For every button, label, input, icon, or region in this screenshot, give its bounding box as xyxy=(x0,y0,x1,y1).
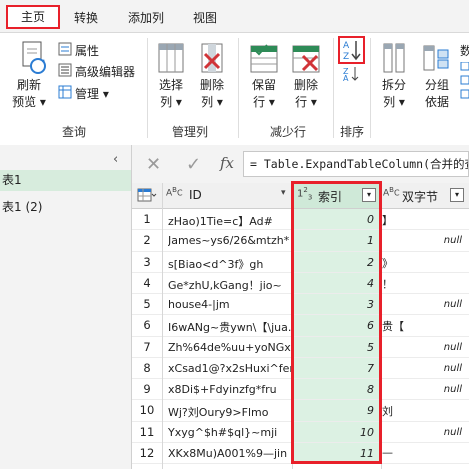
double-byte-column-header[interactable]: 双字节 xyxy=(402,188,438,205)
function-fx-icon[interactable]: fx xyxy=(220,154,234,172)
row-number: 6 xyxy=(143,318,151,333)
table-menu-icon[interactable] xyxy=(137,188,157,205)
id-cell: house4-|jm xyxy=(168,298,230,311)
tab-transform[interactable]: 转换 xyxy=(74,9,98,26)
double-byte-cell: — xyxy=(382,445,393,459)
id-cell: x8Di$+Fdyinzfg*fru xyxy=(168,383,277,396)
split-column-button[interactable]: 拆分列 ▾ xyxy=(378,77,410,111)
ribbon-separator xyxy=(147,38,148,138)
double-byte-cell: 》 xyxy=(382,256,393,270)
group-by-icon xyxy=(422,42,450,77)
refresh-preview-label: 刷新 预览 ▾ xyxy=(12,78,46,109)
choose-columns-icon xyxy=(157,42,185,77)
tab-add-column[interactable]: 添加列 xyxy=(128,9,164,26)
double-byte-cell: null xyxy=(443,235,462,247)
group-sort-label: 排序 xyxy=(340,125,365,139)
row-number: 12 xyxy=(139,445,155,460)
row-number: 4 xyxy=(143,275,151,290)
double-byte-column-type-icon[interactable]: ABC xyxy=(383,186,400,199)
index-column-highlight xyxy=(291,181,382,464)
row-number: 8 xyxy=(143,360,151,375)
id-column-filter-icon[interactable]: ▾ xyxy=(281,188,286,198)
svg-text:Z: Z xyxy=(343,52,349,62)
ribbon-separator xyxy=(238,38,239,138)
ribbon-separator xyxy=(333,38,334,138)
id-cell: I6wANg~贵ywn\【\jua... xyxy=(168,321,292,335)
id-column-type-icon[interactable]: ABC xyxy=(166,186,188,198)
query-item-label: 表1 xyxy=(2,173,22,187)
tab-view[interactable]: 视图 xyxy=(193,9,217,26)
double-byte-cell: null xyxy=(443,362,462,374)
ribbon-separator xyxy=(370,38,371,138)
tab-home-label: 主页 xyxy=(20,10,45,24)
manage-button[interactable]: 管理 ▾ xyxy=(75,85,109,102)
group-by-button[interactable]: 分组 依据 xyxy=(420,77,454,111)
id-cell: xCsad1@?x2sHuxi^fer xyxy=(168,361,292,375)
group-manage-columns-label: 管理列 xyxy=(172,125,209,139)
remove-columns-icon xyxy=(198,42,226,77)
id-cell: s[Biao<d^3f》gh xyxy=(168,257,264,271)
ribbon-tab-bar xyxy=(0,0,469,32)
refresh-preview-button[interactable] xyxy=(18,40,48,79)
id-cell: Zh%64de%uu+yoNGxc xyxy=(168,340,292,354)
id-cell: Yxyg^$h#$ql}~mji xyxy=(168,425,278,439)
id-column-header[interactable]: ID xyxy=(189,188,202,202)
double-byte-cell: null xyxy=(443,426,462,438)
advanced-editor-button[interactable]: 高级编辑器 xyxy=(75,63,135,80)
properties-icon xyxy=(58,42,72,59)
row-number: 11 xyxy=(139,424,155,439)
refresh-preview-icon xyxy=(22,41,46,74)
queries-pane xyxy=(0,145,132,469)
confirm-formula-icon[interactable]: ✓ xyxy=(186,154,201,175)
double-byte-cell: 刘 xyxy=(382,405,393,419)
sort-ascending-button[interactable]: A Z xyxy=(338,36,365,64)
manage-icon xyxy=(58,85,72,102)
id-cell: Ge*zhU,kGang！jio~ xyxy=(168,278,282,292)
id-cell: Wj?刘Oury9>Flmo xyxy=(168,406,269,420)
svg-text:A: A xyxy=(343,74,349,82)
properties-button[interactable]: 属性 xyxy=(75,42,99,59)
formula-input[interactable]: = Table.ExpandTableColumn(合并的查 xyxy=(243,151,469,177)
query-item[interactable]: 表1 (2) xyxy=(0,197,131,218)
row-number: 1 xyxy=(143,212,151,226)
double-byte-cell: 贵【 xyxy=(382,320,404,334)
keep-rows-icon xyxy=(249,42,279,77)
data-type-button[interactable]: 数 xyxy=(460,42,469,59)
double-byte-cell: null xyxy=(443,299,462,310)
row-number: 3 xyxy=(143,254,151,269)
row-number: 7 xyxy=(143,339,151,354)
remove-rows-button[interactable]: 删除行 ▾ xyxy=(290,77,322,111)
svg-text:A: A xyxy=(343,41,350,51)
group-query-label: 查询 xyxy=(62,125,87,139)
remove-rows-icon xyxy=(291,42,321,77)
id-cell: zHao)1Tie=c】Ad# xyxy=(168,215,273,228)
group-reduce-rows-label: 减少行 xyxy=(270,125,307,139)
split-column-icon xyxy=(381,42,407,77)
query-item-label: 表1 (2) xyxy=(2,200,43,214)
double-byte-cell: null xyxy=(443,384,462,395)
choose-columns-button[interactable]: 选择列 ▾ xyxy=(155,77,187,111)
cancel-formula-icon[interactable]: ✕ xyxy=(146,154,161,175)
id-cell: XKx8Mu)A001%9—jin xyxy=(168,446,288,460)
sort-descending-button[interactable]: Z A xyxy=(342,66,362,85)
keep-rows-button[interactable]: 保留行 ▾ xyxy=(248,77,280,111)
double-byte-column-filter-icon[interactable]: ▾ xyxy=(450,188,464,202)
query-item[interactable]: 表1 xyxy=(0,170,131,191)
collapse-pane-chevron-icon[interactable]: ‹ xyxy=(113,152,118,167)
double-byte-cell: ！ xyxy=(382,277,393,291)
row-number: 5 xyxy=(143,297,151,311)
tab-home[interactable]: 主页 xyxy=(6,5,60,29)
id-cell: James~ys6/26&mtzh* xyxy=(168,234,290,248)
sort-ascending-icon: A Z xyxy=(343,41,361,62)
sort-descending-icon: Z A xyxy=(343,67,359,83)
row-number: 2 xyxy=(143,233,151,248)
column-divider xyxy=(162,183,163,469)
row-number: 9 xyxy=(143,382,151,396)
row-number: 10 xyxy=(139,403,155,418)
data-type-dropdown-icon xyxy=(460,61,469,105)
double-byte-cell: 】 xyxy=(382,214,393,227)
advanced-editor-icon xyxy=(58,63,72,80)
double-byte-cell: null xyxy=(443,341,462,353)
remove-columns-button[interactable]: 删除列 ▾ xyxy=(196,77,228,111)
